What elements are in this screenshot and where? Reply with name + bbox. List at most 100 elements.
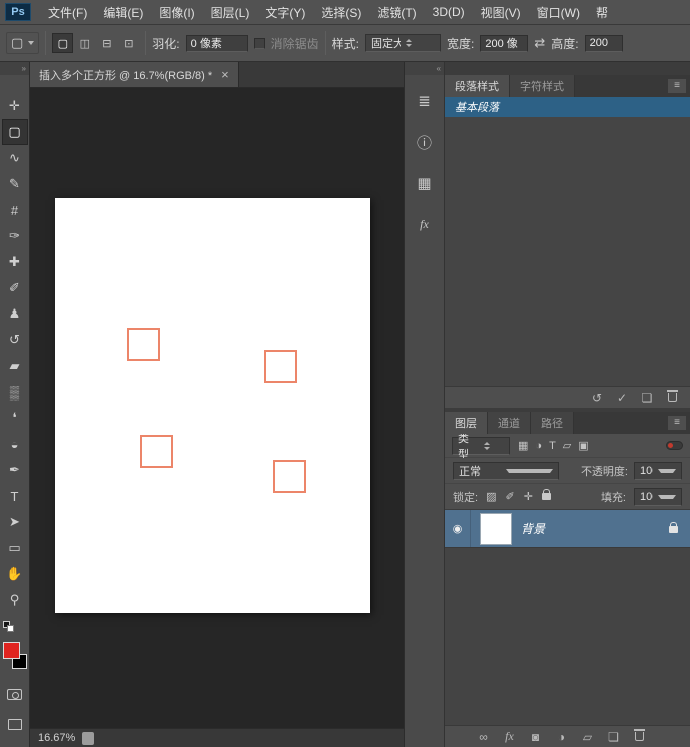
drawn-square (140, 435, 173, 468)
width-label: 宽度: (447, 36, 475, 51)
panel-tab[interactable]: 字符样式 (510, 75, 575, 97)
rectangle-tool[interactable]: ▭ (2, 535, 28, 561)
commit-icon[interactable]: ✓ (616, 391, 628, 405)
menu-item[interactable]: 3D(D) (425, 0, 473, 24)
hand-tool[interactable]: ✋ (2, 561, 28, 587)
zoom-level[interactable]: 16.67% (38, 732, 75, 744)
filter-smart-objects-icon[interactable]: ▣ (578, 439, 588, 452)
delete-layer-icon[interactable] (634, 729, 646, 744)
menu-item[interactable]: 图层(L) (203, 0, 258, 24)
toolstrip-collapse-grip[interactable]: » (0, 62, 29, 75)
redefine-style-icon[interactable]: ↺ (591, 391, 603, 405)
panel-tab[interactable]: 图层 (445, 412, 488, 434)
document-page[interactable] (55, 198, 370, 613)
dock-expand-grip[interactable]: « (405, 62, 444, 75)
filter-type-layers-icon[interactable]: T (549, 440, 556, 452)
type-tool[interactable]: T (2, 483, 28, 509)
swatches-panel-icon[interactable]: ▦ (409, 168, 441, 198)
canvas[interactable] (30, 88, 404, 728)
filter-type-select[interactable]: 类型 (452, 433, 510, 461)
tool-preset-picker[interactable]: ▢ (6, 32, 40, 54)
add-to-selection-button[interactable]: ◫ (74, 33, 95, 53)
lock-all-icon[interactable] (541, 488, 551, 503)
layer-group-icon[interactable]: ▱ (582, 730, 594, 744)
filter-adjustment-layers-icon[interactable]: ◑ (535, 440, 542, 452)
menu-item[interactable]: 选择(S) (313, 0, 369, 24)
trash-icon (634, 729, 645, 741)
rectangular-marquee-tool[interactable]: ▢ (1, 119, 28, 145)
adjustment-layer-icon[interactable]: ◑ (556, 730, 568, 744)
dodge-tool[interactable]: ◒ (2, 431, 28, 457)
antialias-checkbox[interactable] (253, 37, 265, 49)
foreground-color-swatch[interactable] (2, 642, 20, 659)
paragraph-style-item[interactable]: 基本段落 (445, 97, 690, 117)
new-style-icon[interactable]: ❏ (641, 391, 653, 405)
menu-item[interactable]: 滤镜(T) (369, 0, 424, 24)
swap-dimensions-icon[interactable]: ⇄ (534, 35, 545, 51)
blur-tool[interactable]: ❛ (2, 405, 28, 431)
menu-item[interactable]: 图像(I) (151, 0, 202, 24)
menu-item[interactable]: 文字(Y) (257, 0, 313, 24)
history-brush-tool[interactable]: ↺ (2, 327, 28, 353)
spot-healing-brush-tool[interactable]: ✚ (2, 249, 28, 275)
filter-shape-layers-icon[interactable]: ▱ (563, 439, 571, 452)
lasso-tool[interactable]: ∿ (2, 145, 28, 171)
panel-tab[interactable]: 段落样式 (445, 75, 510, 97)
quick-selection-tool[interactable]: ✎ (2, 171, 28, 197)
padlock-glyph (669, 521, 678, 533)
pen-tool[interactable]: ✒ (2, 457, 28, 483)
layer-visibility-toggle[interactable]: ◉ (445, 510, 471, 547)
intersect-selection-button[interactable]: ⊡ (118, 33, 139, 53)
layer-mask-icon[interactable]: ◙ (530, 730, 542, 744)
menu-item[interactable]: 窗口(W) (529, 0, 588, 24)
subtract-from-selection-button[interactable]: ⊟ (96, 33, 117, 53)
paragraph-panel-icon[interactable]: ≣ (409, 86, 441, 116)
info-panel-icon[interactable]: ⓘ (409, 127, 441, 157)
delete-style-icon[interactable] (666, 390, 678, 405)
brush-tool[interactable]: ✐ (2, 275, 28, 301)
menu-item[interactable]: 帮 (588, 0, 616, 24)
screen-mode-button[interactable] (2, 711, 28, 737)
move-tool[interactable]: ✛ (2, 93, 28, 119)
styles-panel-icon[interactable]: fx (409, 209, 441, 239)
opacity-select[interactable]: 100% (634, 461, 682, 480)
panel-menu-icon[interactable]: ≡ (668, 416, 686, 430)
menu-item[interactable]: 编辑(E) (95, 0, 151, 24)
tool-list: ✛ ▢ ∿ ✎ # ✑ ✚ ✐ ♟ ↺ ▰ ▒ ❛ ◒ ✒ T ➤ ▭ ✋ ⚲ (1, 93, 28, 613)
layer-row[interactable]: ◉ 背景 (445, 510, 690, 548)
separator (324, 31, 326, 55)
quick-mask-button[interactable] (2, 681, 28, 707)
panel-tab[interactable]: 路径 (531, 412, 574, 434)
paragraph-panel-footer: ↺ ✓ ❏ (445, 386, 690, 408)
layer-thumbnail[interactable] (480, 512, 512, 545)
width-input[interactable]: 200 像 (480, 34, 529, 52)
feather-input[interactable]: 0 像素 (185, 34, 248, 52)
height-input[interactable]: 200 (584, 34, 623, 52)
document-tab[interactable]: 插入多个正方形 @ 16.7%(RGB/8) * × (30, 62, 239, 87)
fill-select[interactable]: 100% (634, 487, 682, 506)
menu-item[interactable]: 视图(V) (473, 0, 529, 24)
path-selection-tool[interactable]: ➤ (2, 509, 28, 535)
style-select[interactable]: 固定大小 (365, 34, 441, 52)
zoom-tool[interactable]: ⚲ (2, 587, 28, 613)
lock-transparency-icon[interactable]: ▨ (486, 490, 496, 503)
blend-mode-select[interactable]: 正常 (453, 461, 559, 480)
lock-position-icon[interactable]: ✛ (524, 490, 533, 503)
layer-effects-icon[interactable]: fx (504, 729, 516, 744)
eyedropper-tool[interactable]: ✑ (2, 223, 28, 249)
menu-item[interactable]: 文件(F) (40, 0, 95, 24)
panel-tab[interactable]: 通道 (488, 412, 531, 434)
gradient-tool[interactable]: ▒ (2, 379, 28, 405)
new-selection-button[interactable]: ▢ (52, 33, 74, 53)
panel-menu-icon[interactable]: ≡ (668, 79, 686, 93)
filter-toggle[interactable] (666, 441, 683, 450)
lock-image-icon[interactable]: ✐ (505, 490, 514, 503)
crop-tool[interactable]: # (2, 197, 28, 223)
default-colors-icon[interactable] (3, 621, 16, 634)
filter-pixel-layers-icon[interactable]: ▦ (518, 439, 528, 452)
new-layer-icon[interactable]: ❏ (608, 730, 620, 744)
close-icon[interactable]: × (221, 68, 229, 81)
eraser-tool[interactable]: ▰ (2, 353, 28, 379)
clone-stamp-tool[interactable]: ♟ (2, 301, 28, 327)
link-layers-icon[interactable]: ∞ (478, 730, 490, 744)
